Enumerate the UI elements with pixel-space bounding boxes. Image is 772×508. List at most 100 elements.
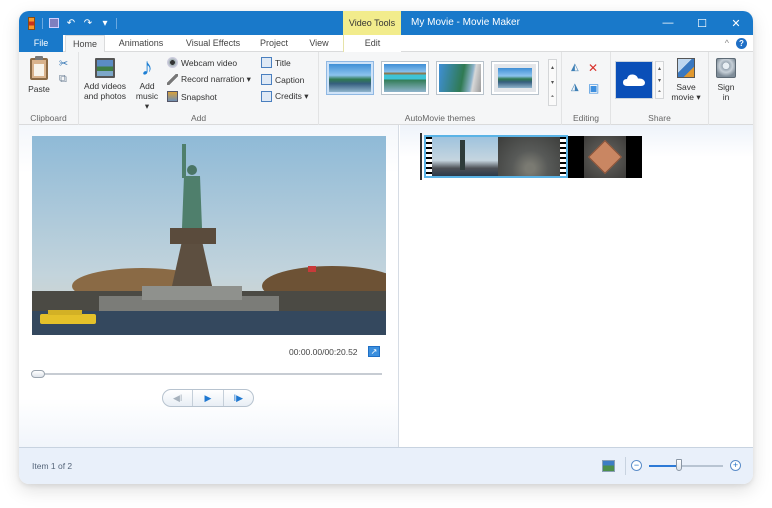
close-button[interactable]: ✕ <box>719 11 753 35</box>
minimize-ribbon-icon[interactable]: ^ <box>725 38 729 48</box>
title-button[interactable]: Title <box>261 57 291 68</box>
theme-contemporary[interactable] <box>381 61 429 95</box>
clip-frame-2 <box>498 137 562 176</box>
tab-view[interactable]: View <box>301 35 337 52</box>
credits-button[interactable]: Credits ▾ <box>261 91 309 102</box>
app-icon[interactable] <box>25 16 37 30</box>
webcam-icon <box>167 57 178 68</box>
share-gallery-scroll[interactable]: ▴ ▾ ⩡ <box>655 61 664 99</box>
scroll-down-icon[interactable]: ▾ <box>658 77 661 84</box>
seek-bar[interactable] <box>37 373 382 375</box>
ribbon-tabs: File Home Animations Visual Effects Proj… <box>19 35 753 53</box>
more-icon[interactable]: ⩡ <box>551 94 554 101</box>
add-videos-photos-button[interactable]: Add videos and photos <box>82 58 128 101</box>
group-label-editing: Editing <box>573 113 599 123</box>
theme-default[interactable] <box>326 61 374 95</box>
microphone-icon <box>167 74 178 85</box>
fullscreen-icon[interactable]: ↗ <box>368 346 380 357</box>
previous-frame-button[interactable]: ◀I <box>163 390 194 406</box>
zoom-out-icon[interactable]: − <box>631 460 642 471</box>
group-clipboard: Paste ✂ ⧉ Clipboard <box>19 52 79 125</box>
video-preview[interactable] <box>32 136 386 335</box>
webcam-video-button[interactable]: Webcam video <box>167 57 237 68</box>
title-label: Title <box>275 57 291 68</box>
quick-access-toolbar: ↶ ↷ ▾ <box>25 15 117 31</box>
tab-project[interactable]: Project <box>253 35 295 52</box>
save-movie-label-1: Save <box>676 82 696 92</box>
add-music-button[interactable]: ♪ Add music ▾ <box>133 54 161 112</box>
record-narration-label: Record narration ▾ <box>181 74 251 84</box>
minimize-button[interactable]: — <box>651 11 685 35</box>
status-bar: Item 1 of 2 − + <box>19 447 753 484</box>
onedrive-button[interactable] <box>615 61 653 99</box>
paste-button[interactable]: Paste <box>24 56 54 94</box>
window-title: My Movie - Movie Maker <box>411 17 520 28</box>
video-clip[interactable] <box>424 135 568 178</box>
record-narration-button[interactable]: Record narration ▾ <box>167 74 251 85</box>
save-movie-label-2: movie ▾ <box>671 92 701 102</box>
sign-in-button[interactable]: Sign in <box>713 58 739 102</box>
tab-edit[interactable]: Edit <box>343 35 401 52</box>
webcam-video-label: Webcam video <box>181 57 238 68</box>
title-icon <box>261 57 272 68</box>
main-area: 00:00.00/00:20.52 ↗ ◀I ▶ I▶ <box>19 125 753 447</box>
credits-label: Credits ▾ <box>275 91 309 101</box>
help-icon[interactable]: ? <box>736 38 747 49</box>
separator <box>42 17 43 29</box>
snapshot-label: Snapshot <box>181 91 217 102</box>
scroll-down-icon[interactable]: ▾ <box>551 79 554 86</box>
seek-thumb[interactable] <box>31 370 45 378</box>
music-icon: ♪ <box>141 54 153 81</box>
scroll-up-icon[interactable]: ▴ <box>658 65 661 72</box>
redo-icon[interactable]: ↷ <box>82 17 94 29</box>
more-icon[interactable]: ⩡ <box>658 89 661 96</box>
tab-file[interactable]: File <box>19 35 63 52</box>
statue-of-liberty-image <box>32 136 386 335</box>
tab-animations[interactable]: Animations <box>109 35 173 52</box>
next-frame-button[interactable]: I▶ <box>224 390 253 406</box>
thumbnail-size-icon[interactable] <box>602 460 615 472</box>
zoom-in-icon[interactable]: + <box>730 460 741 471</box>
snapshot-button[interactable]: Snapshot <box>167 91 217 102</box>
group-label-add: Add <box>190 113 207 123</box>
cut-icon[interactable]: ✂ <box>59 57 68 70</box>
sign-in-label-1: Sign <box>717 82 735 92</box>
add-music-label-1: Add <box>139 81 155 91</box>
scroll-up-icon[interactable]: ▴ <box>551 64 554 71</box>
clip-frame-statue <box>432 137 498 176</box>
rotate-left-icon[interactable]: ◭ <box>571 62 579 73</box>
storyboard-pane <box>400 125 753 447</box>
rotate-right-icon[interactable]: ◮ <box>571 82 579 93</box>
ribbon: Paste ✂ ⧉ Clipboard Add videos and photo… <box>19 52 753 125</box>
user-icon <box>716 58 736 78</box>
customize-qat-icon[interactable]: ▾ <box>99 17 111 29</box>
undo-icon[interactable]: ↶ <box>65 17 77 29</box>
tab-home[interactable]: Home <box>65 35 105 53</box>
add-videos-label-1: Add videos <box>83 81 127 91</box>
select-all-icon[interactable]: ▣ <box>588 81 599 95</box>
insertion-point <box>420 133 422 180</box>
maximize-button[interactable]: ☐ <box>685 11 719 35</box>
themes-gallery-scroll[interactable]: ▴ ▾ ⩡ <box>548 59 557 106</box>
theme-pan-zoom[interactable] <box>491 61 539 95</box>
snapshot-icon <box>167 91 178 102</box>
group-editing: ◭ ✕ ◮ ▣ Editing <box>562 52 611 125</box>
theme-fade-image <box>439 64 481 92</box>
play-button[interactable]: ▶ <box>193 390 224 406</box>
photo-clip[interactable] <box>568 136 642 178</box>
copy-icon[interactable]: ⧉ <box>59 73 67 86</box>
tab-visual-effects[interactable]: Visual Effects <box>177 35 249 52</box>
caption-label: Caption <box>275 74 305 85</box>
time-display: 00:00.00/00:20.52 <box>289 347 358 357</box>
save-movie-button[interactable]: Save movie ▾ <box>667 58 705 102</box>
save-icon[interactable] <box>48 17 60 29</box>
caption-button[interactable]: Caption <box>261 74 304 85</box>
remove-icon[interactable]: ✕ <box>588 61 598 75</box>
credits-icon <box>261 91 272 102</box>
theme-contemporary-image <box>384 64 426 92</box>
group-signin: Sign in <box>709 52 743 125</box>
group-add: Add videos and photos ♪ Add music ▾ Webc… <box>79 52 319 125</box>
theme-fade[interactable] <box>436 61 484 95</box>
save-movie-icon <box>677 58 695 78</box>
zoom-slider-thumb[interactable] <box>676 459 682 471</box>
